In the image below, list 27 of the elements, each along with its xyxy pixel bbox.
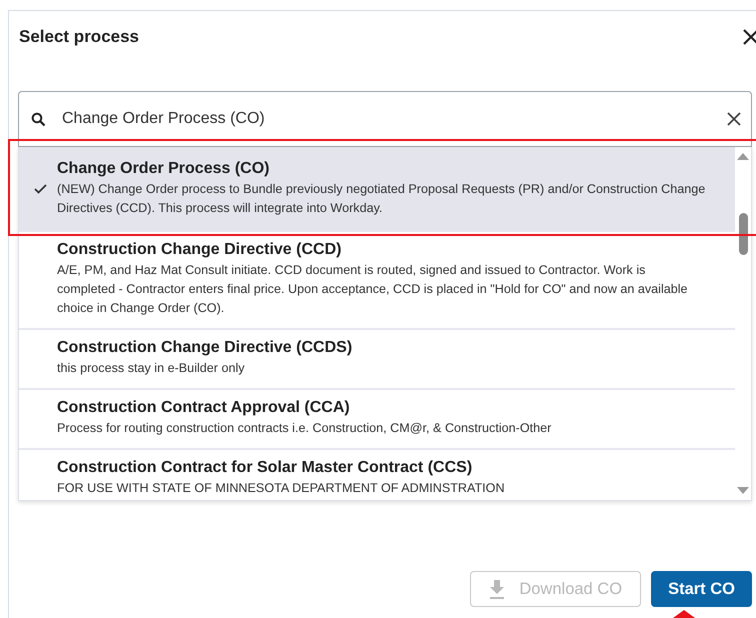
process-name: Construction Change Directive (CCDS) — [57, 339, 352, 357]
process-description: this process stay in e-Builder only — [57, 360, 246, 377]
search-field[interactable]: Change Order Process (CO) — [18, 91, 752, 147]
clear-icon[interactable] — [727, 112, 741, 126]
close-icon — [742, 28, 756, 46]
search-icon — [31, 112, 46, 126]
start-button[interactable]: Start CO — [651, 571, 752, 607]
process-description: Process for routing construction contracts i.e. Construction, CM@r, & Construction-Other — [57, 420, 552, 437]
process-name: Change Order Process (CO) — [57, 160, 270, 178]
process-item[interactable]: Change Order Process (CO) (NEW) Change Order process to Bundle previously negotiated Proposal Requests (PR) and/or Construction Change Directives (CCD). This process will integrate into Workday. — [19, 147, 735, 232]
process-description: (NEW) Change Order process to Bundle previously negotiated Proposal Requests (PR) and/or Construction Change Directives (CCD). This process will integrate into Workday. — [57, 181, 706, 217]
dialog-title: Select process — [19, 27, 140, 47]
process-name: Construction Contract for Solar Master Contract (CCS) — [57, 459, 474, 477]
search-input[interactable]: Change Order Process (CO) — [60, 109, 713, 129]
process-name: Construction Change Directive (CCD) — [57, 241, 342, 259]
scroll-thumb[interactable] — [739, 213, 748, 255]
process-description: A/E, PM, and Haz Mat Consult initiate. CCD document is routed, signed and issued to Contractor. Work is completed - Contractor enters final price. Upon acceptance, CCD is placed in "Hold for CO" and now an available choice in Change Order (CO). — [57, 262, 689, 317]
process-item[interactable]: Construction Contract Approval (CCA) Process for routing construction contracts i.e. Construction, CM@r, & Construction-Other — [19, 390, 735, 450]
process-item[interactable]: Construction Contract for Solar Master Contract (CCS) FOR USE WITH STATE OF MINNESOTA DEPARTMENT OF ADMINSTRATION — [19, 450, 735, 500]
download-icon — [489, 580, 506, 598]
process-item[interactable] — [19, 232, 735, 330]
scroll-down-icon[interactable] — [737, 487, 749, 494]
process-name: Construction Contract Approval (CCA) — [57, 399, 351, 417]
process-description: FOR USE WITH STATE OF MINNESOTA DEPARTMENT OF ADMINSTRATION — [57, 480, 505, 497]
check-icon — [34, 184, 46, 194]
process-item[interactable]: Construction Change Directive (CCDS) this process stay in e-Builder only — [19, 330, 735, 390]
scroll-up-icon[interactable] — [737, 153, 749, 160]
